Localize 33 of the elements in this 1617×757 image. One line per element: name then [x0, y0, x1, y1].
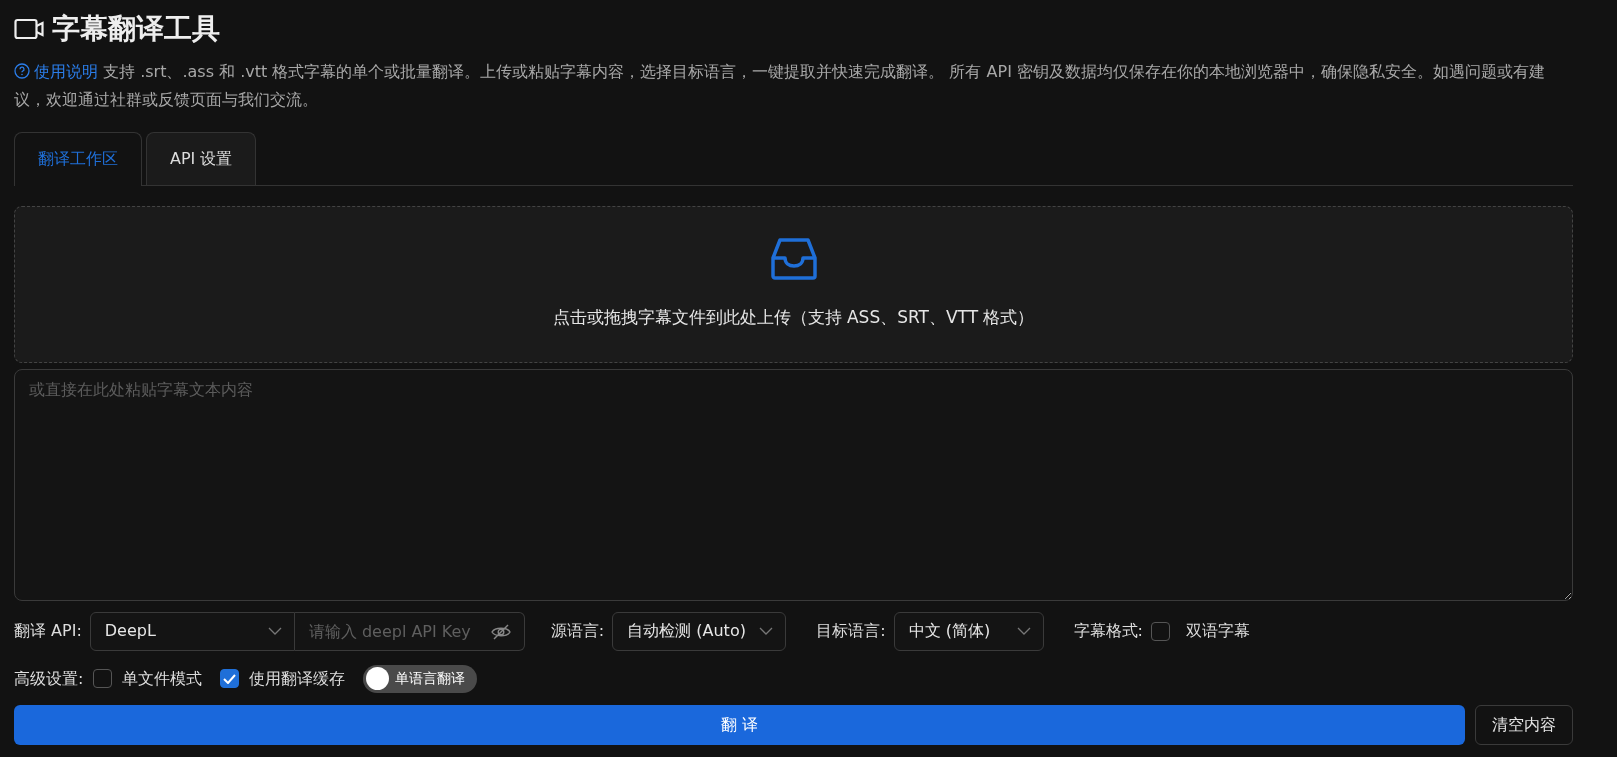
- upload-hint: 点击或拖拽字幕文件到此处上传（支持 ASS、SRT、VTT 格式）: [552, 306, 1035, 330]
- target-language-select[interactable]: 中文 (简体): [893, 611, 1044, 651]
- source-language-label: 源语言:: [550, 620, 605, 643]
- checkbox[interactable]: [1150, 621, 1170, 641]
- toggle-switch[interactable]: 单语言翻译: [363, 664, 478, 693]
- api-select[interactable]: DeepL: [89, 611, 295, 651]
- upload-dropzone[interactable]: 点击或拖拽字幕文件到此处上传（支持 ASS、SRT、VTT 格式）: [14, 205, 1573, 363]
- subtitle-text-area[interactable]: 或直接在此处粘贴字幕文本内容: [14, 368, 1573, 601]
- source-language-select[interactable]: 自动检测 (Auto): [612, 611, 787, 651]
- tab[interactable]: 翻译工作区: [14, 131, 142, 186]
- advanced-settings-label: 高级设置:: [14, 667, 84, 690]
- chevron-down-icon: [1016, 626, 1031, 636]
- api-key-field[interactable]: 请输入 deepl API Key: [294, 611, 525, 651]
- page-title: 字幕翻译工具: [52, 12, 220, 46]
- subtitle-format-label: 字幕格式:: [1073, 620, 1143, 643]
- checkbox-label: 双语字幕: [1185, 620, 1250, 643]
- translate-button[interactable]: 翻 译: [14, 704, 1465, 745]
- target-language-label: 目标语言:: [816, 620, 886, 643]
- checkbox[interactable]: [93, 669, 113, 689]
- checkbox-label: 使用翻译缓存: [249, 667, 346, 690]
- inbox-icon: [770, 237, 817, 282]
- checkbox-label: 单文件模式: [122, 667, 203, 690]
- chevron-down-icon: [267, 626, 282, 636]
- usage-guide-link[interactable]: 使用说明: [14, 61, 98, 81]
- help-icon: [14, 62, 30, 79]
- eye-slash-icon[interactable]: [490, 623, 511, 640]
- clear-button[interactable]: 清空内容: [1475, 704, 1573, 745]
- tab[interactable]: API 设置: [146, 131, 257, 185]
- chevron-down-icon: [759, 626, 774, 636]
- api-label: 翻译 API:: [14, 620, 82, 643]
- video-camera-icon: [14, 16, 44, 41]
- checkbox[interactable]: [220, 669, 240, 689]
- intro-text: 使用说明 支持 .srt、.ass 和 .vtt 格式字幕的单个或批量翻译。上传或粘贴字幕内容，选择目标语言，一键提取并快速完成翻译。 所有 API 密钥及数据均仅保存在你的本地浏览器中，确保隐私安全。如遇问题或有建议，欢迎通过社群或反馈页面与我们交流。: [14, 60, 1546, 111]
